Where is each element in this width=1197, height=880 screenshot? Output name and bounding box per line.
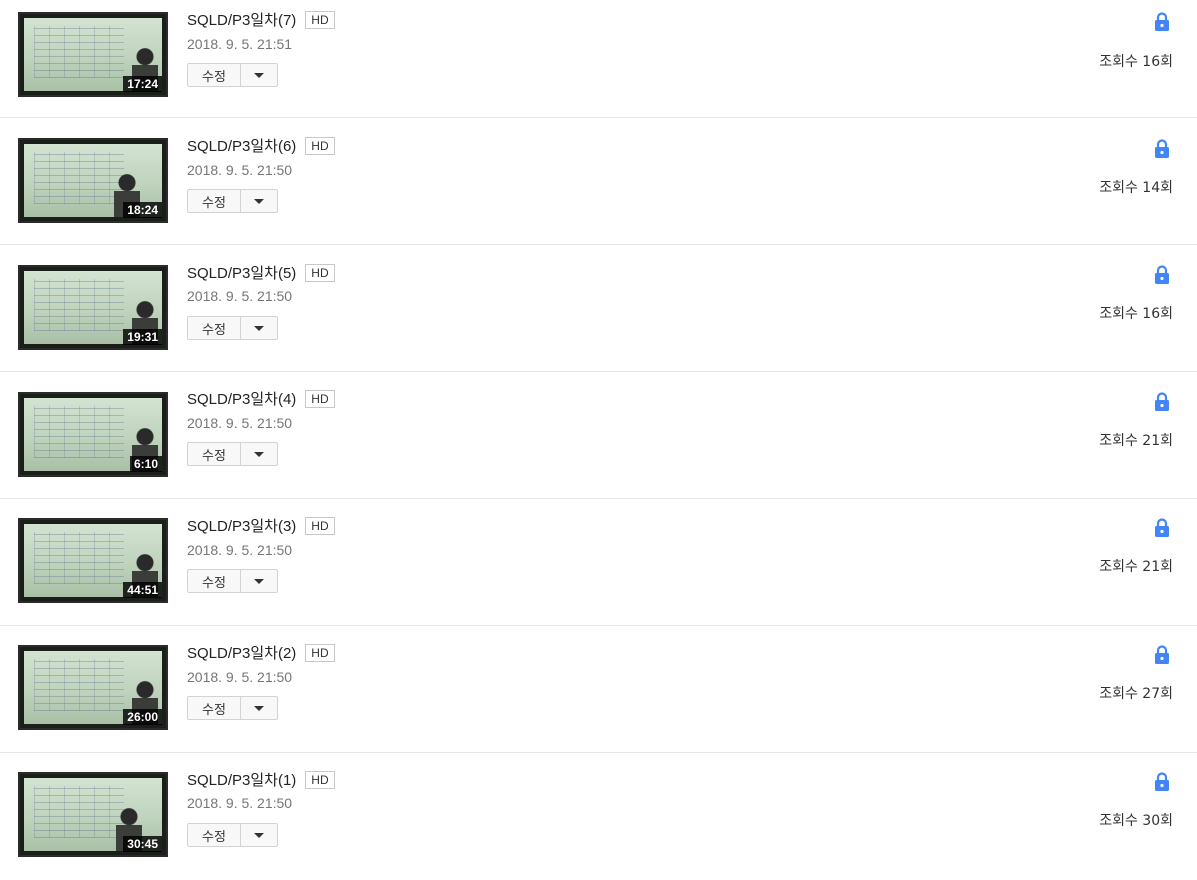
chevron-down-icon bbox=[254, 832, 264, 838]
upload-date: 2018. 9. 5. 21:50 bbox=[187, 542, 293, 558]
more-options-button[interactable] bbox=[241, 63, 278, 87]
video-thumbnail[interactable]: 6:10 bbox=[18, 392, 168, 477]
chevron-down-icon bbox=[254, 198, 264, 204]
upload-date: 2018. 9. 5. 21:50 bbox=[187, 288, 293, 304]
duration-label: 6:10 bbox=[129, 456, 162, 472]
lock-icon[interactable] bbox=[1153, 645, 1171, 665]
chevron-down-icon bbox=[254, 705, 264, 711]
video-row: 19:31 SQLD/P3일차(5) HD 2018. 9. 5. 21:50 … bbox=[0, 245, 1197, 372]
video-row: 26:00 SQLD/P3일차(2) HD 2018. 9. 5. 21:50 … bbox=[0, 626, 1197, 753]
duration-label: 17:24 bbox=[123, 76, 162, 92]
chevron-down-icon bbox=[254, 578, 264, 584]
edit-button[interactable]: 수정 bbox=[187, 569, 241, 593]
video-title[interactable]: SQLD/P3일차(2) bbox=[187, 642, 296, 663]
chevron-down-icon bbox=[254, 325, 264, 331]
upload-date: 2018. 9. 5. 21:50 bbox=[187, 669, 293, 685]
lock-icon[interactable] bbox=[1153, 392, 1171, 412]
view-count: 조회수 14회 bbox=[1099, 180, 1173, 196]
edit-button[interactable]: 수정 bbox=[187, 442, 241, 466]
video-title[interactable]: SQLD/P3일차(4) bbox=[187, 388, 296, 409]
view-count: 조회수 21회 bbox=[1099, 559, 1173, 575]
upload-date: 2018. 9. 5. 21:50 bbox=[187, 162, 293, 178]
hd-badge: HD bbox=[305, 643, 335, 662]
view-count: 조회수 21회 bbox=[1099, 433, 1173, 449]
upload-date: 2018. 9. 5. 21:50 bbox=[187, 795, 293, 811]
more-options-button[interactable] bbox=[241, 696, 278, 720]
chevron-down-icon bbox=[254, 72, 264, 78]
lock-icon[interactable] bbox=[1153, 772, 1171, 792]
edit-button[interactable]: 수정 bbox=[187, 696, 241, 720]
more-options-button[interactable] bbox=[241, 442, 278, 466]
video-thumbnail[interactable]: 19:31 bbox=[18, 265, 168, 350]
hd-badge: HD bbox=[305, 770, 335, 789]
view-count: 조회수 30회 bbox=[1099, 813, 1173, 829]
edit-button[interactable]: 수정 bbox=[187, 189, 241, 213]
video-row: 18:24 SQLD/P3일차(6) HD 2018. 9. 5. 21:50 … bbox=[0, 118, 1197, 245]
more-options-button[interactable] bbox=[241, 189, 278, 213]
video-title[interactable]: SQLD/P3일차(7) bbox=[187, 9, 296, 30]
edit-button[interactable]: 수정 bbox=[187, 63, 241, 87]
chevron-down-icon bbox=[254, 451, 264, 457]
duration-label: 44:51 bbox=[123, 582, 162, 598]
hd-badge: HD bbox=[305, 10, 335, 29]
video-row: 44:51 SQLD/P3일차(3) HD 2018. 9. 5. 21:50 … bbox=[0, 499, 1197, 626]
more-options-button[interactable] bbox=[241, 823, 278, 847]
video-row: 30:45 SQLD/P3일차(1) HD 2018. 9. 5. 21:50 … bbox=[0, 753, 1197, 880]
view-count: 조회수 16회 bbox=[1099, 306, 1173, 322]
duration-label: 18:24 bbox=[123, 202, 162, 218]
video-thumbnail[interactable]: 30:45 bbox=[18, 772, 168, 857]
video-list: 17:24 SQLD/P3일차(7) HD 2018. 9. 5. 21:51 … bbox=[0, 0, 1197, 880]
hd-badge: HD bbox=[305, 136, 335, 155]
lock-icon[interactable] bbox=[1153, 139, 1171, 159]
lock-icon[interactable] bbox=[1153, 265, 1171, 285]
hd-badge: HD bbox=[305, 263, 335, 282]
hd-badge: HD bbox=[305, 389, 335, 408]
hd-badge: HD bbox=[305, 516, 335, 535]
duration-label: 26:00 bbox=[123, 709, 162, 725]
video-row: 6:10 SQLD/P3일차(4) HD 2018. 9. 5. 21:50 수… bbox=[0, 372, 1197, 499]
video-thumbnail[interactable]: 17:24 bbox=[18, 12, 168, 97]
duration-label: 19:31 bbox=[123, 329, 162, 345]
upload-date: 2018. 9. 5. 21:51 bbox=[187, 36, 293, 52]
video-thumbnail[interactable]: 18:24 bbox=[18, 138, 168, 223]
lock-icon[interactable] bbox=[1153, 518, 1171, 538]
upload-date: 2018. 9. 5. 21:50 bbox=[187, 415, 293, 431]
video-row: 17:24 SQLD/P3일차(7) HD 2018. 9. 5. 21:51 … bbox=[0, 0, 1197, 118]
edit-button[interactable]: 수정 bbox=[187, 823, 241, 847]
view-count: 조회수 27회 bbox=[1099, 686, 1173, 702]
video-title[interactable]: SQLD/P3일차(1) bbox=[187, 769, 296, 790]
video-title[interactable]: SQLD/P3일차(3) bbox=[187, 515, 296, 536]
more-options-button[interactable] bbox=[241, 569, 278, 593]
video-title[interactable]: SQLD/P3일차(5) bbox=[187, 262, 296, 283]
more-options-button[interactable] bbox=[241, 316, 278, 340]
duration-label: 30:45 bbox=[123, 836, 162, 852]
video-title[interactable]: SQLD/P3일차(6) bbox=[187, 135, 296, 156]
edit-button[interactable]: 수정 bbox=[187, 316, 241, 340]
video-thumbnail[interactable]: 26:00 bbox=[18, 645, 168, 730]
view-count: 조회수 16회 bbox=[1099, 54, 1173, 70]
video-thumbnail[interactable]: 44:51 bbox=[18, 518, 168, 603]
lock-icon[interactable] bbox=[1153, 12, 1171, 32]
